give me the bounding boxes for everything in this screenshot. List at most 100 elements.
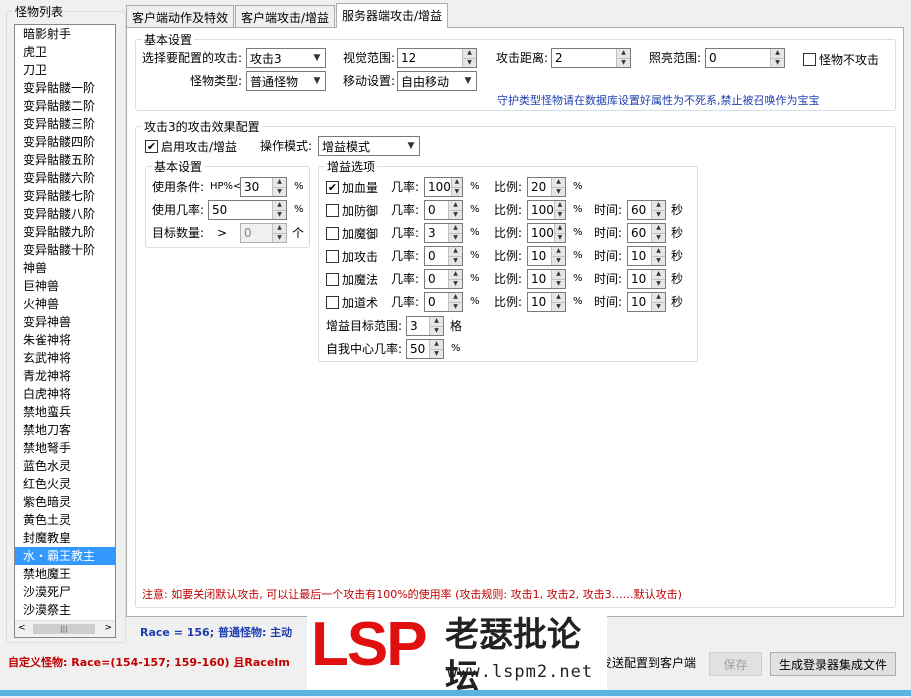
spin-down-icon[interactable]: ▼ — [552, 257, 565, 266]
list-item[interactable]: 禁地刀客 — [15, 421, 115, 439]
use-rate-spinner[interactable]: 50 ▲ ▼ — [208, 200, 287, 220]
checkbox-box[interactable]: ✔ — [145, 140, 158, 153]
attack-distance-spinner[interactable]: 2 ▲ ▼ — [551, 48, 631, 68]
tab-server-attack[interactable]: 服务器端攻击/增益 — [336, 3, 449, 28]
spin-down-icon[interactable]: ▼ — [652, 234, 665, 243]
spin-up-icon[interactable]: ▲ — [430, 340, 443, 350]
buff-rate-spinner[interactable]: 0 ▲ ▼ — [424, 200, 463, 220]
list-item[interactable]: 变异骷髅七阶 — [15, 187, 115, 205]
spin-up-icon[interactable]: ▲ — [652, 293, 665, 303]
buff-rate-spinner[interactable]: 100 ▲ ▼ — [424, 177, 463, 197]
list-item[interactable]: 巨神兽 — [15, 277, 115, 295]
spin-up-icon[interactable]: ▲ — [273, 201, 286, 211]
buff-checkbox[interactable]: 加魔法 — [326, 271, 378, 288]
list-item[interactable]: 虎卫 — [15, 43, 115, 61]
buff-time-spinner[interactable]: 60 ▲ ▼ — [627, 200, 666, 220]
spin-down-icon[interactable]: ▼ — [449, 280, 462, 289]
buff-checkbox[interactable]: 加魔御 — [326, 225, 378, 242]
buff-checkbox[interactable]: 加防御 — [326, 202, 378, 219]
spin-up-icon[interactable]: ▲ — [430, 317, 443, 327]
spin-down-icon[interactable]: ▼ — [273, 188, 286, 197]
list-item[interactable]: 刀卫 — [15, 61, 115, 79]
save-button[interactable]: 保存 — [709, 652, 762, 676]
spin-down-icon[interactable]: ▼ — [430, 327, 443, 336]
hscroll-thumb[interactable]: ||| — [33, 624, 95, 634]
scroll-left-arrow-icon[interactable]: < — [18, 623, 26, 633]
spin-down-icon[interactable]: ▼ — [552, 303, 565, 312]
target-count-spinner[interactable]: 0 ▲ ▼ — [240, 223, 287, 243]
buff-ratio-spinner[interactable]: 100 ▲ ▼ — [527, 223, 566, 243]
spin-up-icon[interactable]: ▲ — [652, 224, 665, 234]
move-setting-select[interactable]: 自由移动 ▼ — [397, 71, 477, 91]
spin-down-icon[interactable]: ▼ — [430, 350, 443, 359]
self-rate-spinner[interactable]: 50 ▲ ▼ — [406, 339, 444, 359]
spin-up-icon[interactable]: ▲ — [273, 224, 286, 234]
buff-rate-spinner[interactable]: 0 ▲ ▼ — [424, 269, 463, 289]
target-range-spinner[interactable]: 3 ▲ ▼ — [406, 316, 444, 336]
list-item[interactable]: 黄色土灵 — [15, 511, 115, 529]
buff-ratio-spinner[interactable]: 10 ▲ ▼ — [527, 269, 566, 289]
buff-ratio-spinner[interactable]: 100 ▲ ▼ — [527, 200, 566, 220]
list-item[interactable]: 变异骷髅八阶 — [15, 205, 115, 223]
list-item[interactable]: 禁地蛮兵 — [15, 403, 115, 421]
attack-select[interactable]: 攻击3 ▼ — [246, 48, 326, 68]
buff-rate-spinner[interactable]: 0 ▲ ▼ — [424, 246, 463, 266]
list-item[interactable]: 沙漠祭主 — [15, 601, 115, 619]
checkbox-box[interactable] — [326, 204, 339, 217]
spin-down-icon[interactable]: ▼ — [452, 188, 462, 197]
view-range-spinner[interactable]: 12 ▲ ▼ — [397, 48, 477, 68]
mode-select[interactable]: 增益模式 ▼ — [318, 136, 420, 156]
spin-down-icon[interactable]: ▼ — [449, 234, 462, 243]
list-item[interactable]: 禁地弩手 — [15, 439, 115, 457]
list-item[interactable]: 暗影射手 — [15, 25, 115, 43]
list-item[interactable]: 朱雀神将 — [15, 331, 115, 349]
spin-down-icon[interactable]: ▼ — [652, 257, 665, 266]
spin-down-icon[interactable]: ▼ — [552, 280, 565, 289]
spin-down-icon[interactable]: ▼ — [652, 211, 665, 220]
buff-rate-spinner[interactable]: 0 ▲ ▼ — [424, 292, 463, 312]
list-item[interactable]: 变异骷髅四阶 — [15, 133, 115, 151]
spin-down-icon[interactable]: ▼ — [555, 211, 565, 220]
spin-up-icon[interactable]: ▲ — [771, 49, 784, 59]
list-item[interactable]: 白虎神将 — [15, 385, 115, 403]
spin-up-icon[interactable]: ▲ — [449, 270, 462, 280]
list-item[interactable]: 变异骷髅二阶 — [15, 97, 115, 115]
scroll-right-arrow-icon[interactable]: > — [104, 623, 112, 633]
tab-client-attack[interactable]: 客户端攻击/增益 — [235, 5, 336, 27]
list-item[interactable]: 蓝色水灵 — [15, 457, 115, 475]
spin-down-icon[interactable]: ▼ — [652, 303, 665, 312]
list-item[interactable]: 玄武神将 — [15, 349, 115, 367]
buff-rate-spinner[interactable]: 3 ▲ ▼ — [424, 223, 463, 243]
spin-up-icon[interactable]: ▲ — [652, 201, 665, 211]
spin-up-icon[interactable]: ▲ — [554, 201, 565, 211]
spin-up-icon[interactable]: ▲ — [552, 293, 565, 303]
buff-ratio-spinner[interactable]: 20 ▲ ▼ — [527, 177, 566, 197]
checkbox-box[interactable] — [326, 250, 339, 263]
list-item[interactable]: 禁地魔王 — [15, 565, 115, 583]
buff-checkbox[interactable]: 加攻击 — [326, 248, 378, 265]
spin-up-icon[interactable]: ▲ — [552, 178, 565, 188]
list-item[interactable]: 变异骷髅三阶 — [15, 115, 115, 133]
list-item[interactable]: 紫色暗灵 — [15, 493, 115, 511]
spin-up-icon[interactable]: ▲ — [449, 293, 462, 303]
spin-up-icon[interactable]: ▲ — [451, 178, 462, 188]
list-item[interactable]: 神兽 — [15, 259, 115, 277]
generate-launcher-button[interactable]: 生成登录器集成文件 — [770, 652, 896, 676]
list-item[interactable]: 变异骷髅十阶 — [15, 241, 115, 259]
checkbox-box[interactable] — [326, 296, 339, 309]
spin-down-icon[interactable]: ▼ — [273, 234, 286, 243]
buff-time-spinner[interactable]: 10 ▲ ▼ — [627, 269, 666, 289]
use-condition-spinner[interactable]: 30 ▲ ▼ — [240, 177, 287, 197]
list-item[interactable]: 变异骷髅九阶 — [15, 223, 115, 241]
buff-ratio-spinner[interactable]: 10 ▲ ▼ — [527, 246, 566, 266]
light-range-spinner[interactable]: 0 ▲ ▼ — [705, 48, 785, 68]
checkbox-box[interactable]: ✔ — [326, 181, 339, 194]
spin-down-icon[interactable]: ▼ — [273, 211, 286, 220]
list-item[interactable]: 火神兽 — [15, 295, 115, 313]
spin-down-icon[interactable]: ▼ — [449, 257, 462, 266]
horizontal-scrollbar[interactable]: < ||| > — [15, 620, 115, 637]
spin-up-icon[interactable]: ▲ — [617, 49, 630, 59]
spin-down-icon[interactable]: ▼ — [449, 303, 462, 312]
spin-up-icon[interactable]: ▲ — [273, 178, 286, 188]
list-item[interactable]: 青龙神将 — [15, 367, 115, 385]
